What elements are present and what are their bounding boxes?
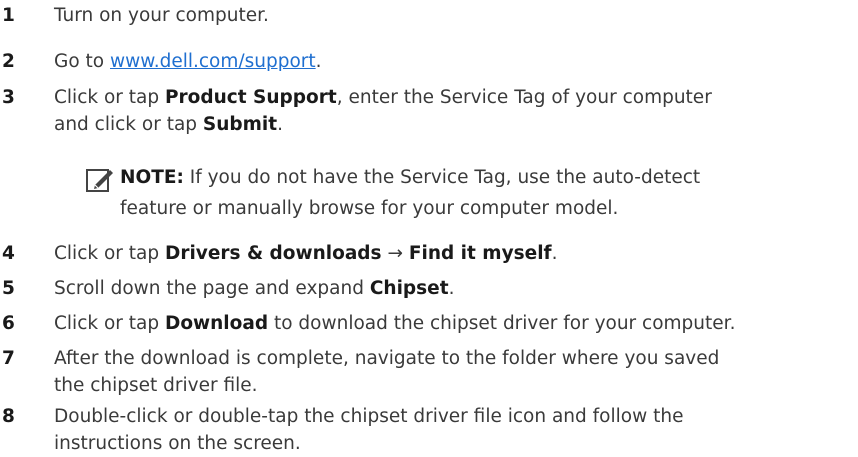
step-number: 1 bbox=[2, 5, 15, 26]
support-link[interactable]: www.dell.com/support bbox=[110, 51, 316, 72]
step-text: Double-click or double-tap the chipset d… bbox=[54, 406, 684, 454]
download-label: Download bbox=[164, 313, 269, 334]
chipset-label: Chipset bbox=[369, 278, 449, 299]
pencil-note-icon bbox=[86, 169, 113, 192]
step-number: 7 bbox=[2, 348, 15, 369]
step-number: 6 bbox=[2, 313, 15, 334]
step-text: Scroll down the page and expand Chipset. bbox=[54, 278, 455, 299]
step-text: After the download is complete, navigate… bbox=[54, 348, 720, 396]
step-number: 4 bbox=[2, 243, 15, 264]
step-text: Turn on your computer. bbox=[54, 5, 269, 26]
step-text: Click or tap Drivers & downloads → Find … bbox=[54, 243, 558, 264]
find-it-myself-label: Find it myself bbox=[408, 243, 552, 264]
drivers-downloads-label: Drivers & downloads bbox=[164, 243, 382, 264]
step-text: Click or tap Download to download the ch… bbox=[54, 313, 736, 334]
step-text: Go to www.dell.com/support. bbox=[54, 51, 322, 72]
note-text: NOTE: If you do not have the Service Tag… bbox=[120, 167, 701, 219]
submit-label: Submit bbox=[202, 114, 278, 135]
step-text: Click or tap Product Support, enter the … bbox=[54, 87, 712, 135]
step-number: 2 bbox=[2, 51, 15, 72]
product-support-label: Product Support bbox=[164, 87, 337, 108]
step-number: 5 bbox=[2, 278, 15, 299]
step-number: 3 bbox=[2, 87, 15, 108]
note-label: NOTE: bbox=[120, 167, 184, 188]
step-number: 8 bbox=[2, 406, 15, 427]
